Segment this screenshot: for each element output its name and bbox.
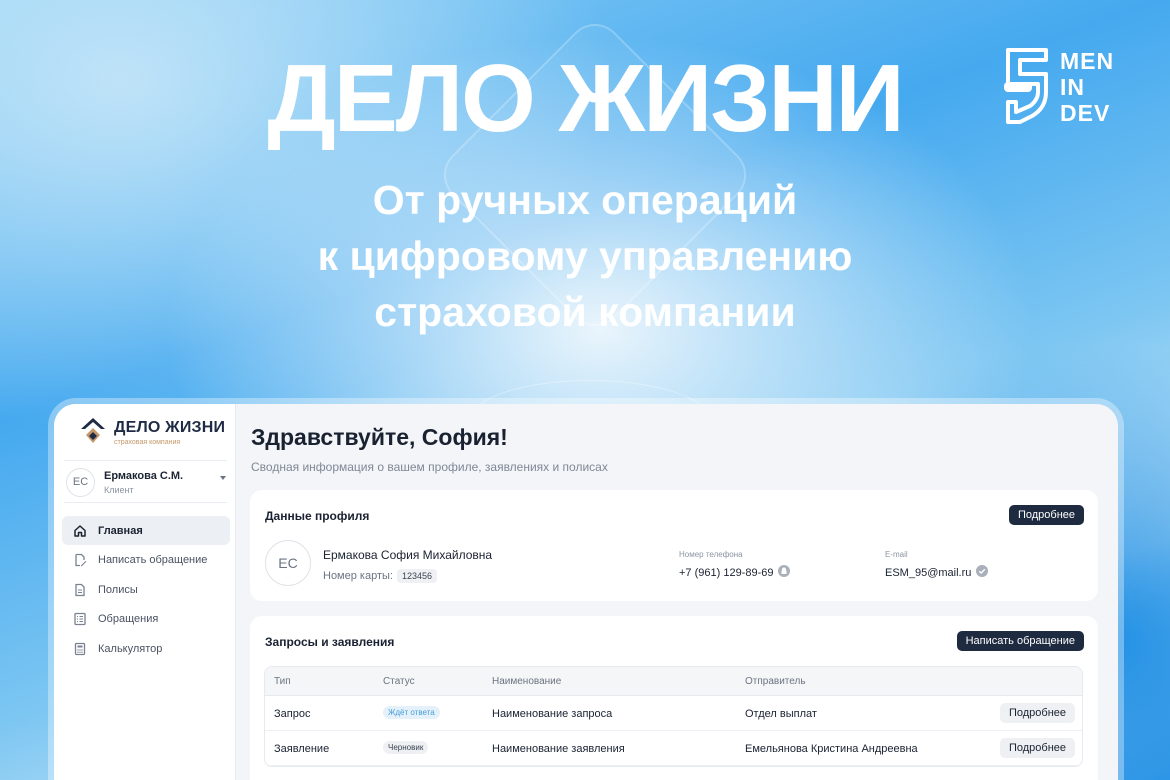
requests-table: Тип Статус Наименование Отправитель Запр…	[264, 666, 1083, 767]
divider	[64, 502, 227, 503]
profile-details-button[interactable]: Подробнее	[1008, 505, 1084, 525]
studio-logo-text: MEN IN DEV	[1060, 48, 1114, 126]
edit-document-icon	[72, 552, 88, 568]
list-icon	[72, 611, 88, 627]
row-details-button[interactable]: Подробнее	[999, 738, 1075, 758]
row-details-button[interactable]: Подробнее	[999, 703, 1075, 723]
profile-full-name: Ермакова София Михайловна	[323, 548, 493, 562]
hero-subtitle-line: страховой компании	[374, 289, 796, 335]
studio-logo-line: IN	[1060, 74, 1085, 100]
sidebar-item-calculator[interactable]: Калькулятор	[62, 634, 230, 663]
avatar: ЕС	[265, 540, 311, 586]
email-label: E-mail	[885, 550, 908, 559]
page-subtitle: Сводная информация о вашем профиле, заяв…	[251, 460, 608, 474]
write-request-button[interactable]: Написать обращение	[956, 631, 1084, 651]
sidebar-item-write-request[interactable]: Написать обращение	[62, 546, 230, 575]
profile-card-title: Данные профиля	[265, 509, 370, 523]
sidebar-item-home[interactable]: Главная	[62, 516, 230, 545]
cell-type: Запрос	[274, 708, 311, 720]
hero-subtitle-line: От ручных операций	[372, 177, 798, 223]
cell-sender: Емельянова Кристина Андреевна	[745, 743, 918, 755]
page-title: Здравствуйте, София!	[251, 424, 508, 450]
app-window: ДЕЛО ЖИЗНИ страховая компания ЕС Ермаков…	[54, 404, 1118, 780]
sidebar-item-label: Обращения	[98, 613, 159, 625]
card-number-value: 123456	[396, 569, 438, 583]
table-header: Тип Статус Наименование Отправитель	[265, 667, 1082, 696]
status-badge: Ждёт ответа	[383, 706, 440, 719]
hero-subtitle: От ручных операций к цифровому управлени…	[0, 172, 1170, 340]
table-row[interactable]: Заявление Черновик Наименование заявлени…	[265, 731, 1082, 766]
email-field: ESM_95@mail.ru	[885, 565, 989, 580]
studio-logo-line: MEN	[1060, 48, 1115, 74]
user-role: Клиент	[104, 485, 134, 495]
sidebar-item-policies[interactable]: Полисы	[62, 575, 230, 604]
sidebar-item-label: Полисы	[98, 583, 138, 596]
requests-card: Запросы и заявления Написать обращение Т…	[250, 616, 1098, 780]
studio-logo-mark-icon	[1004, 48, 1048, 124]
brand-name: ДЕЛО ЖИЗНИ	[114, 419, 226, 436]
table-row[interactable]: Запрос Ждёт ответа Наименование запроса …	[265, 696, 1082, 731]
main-content: Здравствуйте, София! Сводная информация …	[250, 404, 1100, 780]
status-badge: Черновик	[383, 741, 429, 754]
sidebar-item-label: Написать обращение	[98, 554, 208, 566]
sidebar-item-label: Калькулятор	[98, 642, 163, 655]
cell-sender: Отдел выплат	[745, 708, 817, 720]
hero-title: ДЕЛО ЖИЗНИ	[267, 45, 904, 152]
email-value: ESM_95@mail.ru	[885, 566, 972, 579]
sidebar-item-label: Главная	[98, 524, 143, 537]
phone-label: Номер телефона	[679, 550, 743, 559]
column-header[interactable]: Наименование	[492, 676, 561, 687]
phone-field: +7 (961) 129-89-69	[679, 565, 791, 580]
requests-card-title: Запросы и заявления	[265, 635, 395, 649]
studio-logo-line: DEV	[1060, 100, 1111, 126]
card-number: Номер карты: 123456	[323, 569, 438, 583]
home-icon	[72, 523, 88, 539]
column-header[interactable]: Отправитель	[745, 676, 806, 687]
card-number-label: Номер карты:	[323, 570, 393, 582]
hero-subtitle-line: к цифровому управлению	[317, 233, 853, 279]
user-name: Ермакова С.М.	[104, 470, 184, 482]
cell-type: Заявление	[274, 743, 330, 755]
column-header[interactable]: Статус	[383, 676, 415, 687]
sidebar-nav: Главная Написать обращение Полисы Обраще…	[62, 516, 230, 664]
calculator-icon	[72, 641, 88, 657]
brand-house-icon	[81, 418, 105, 443]
avatar: ЕС	[66, 468, 95, 497]
cell-name: Наименование заявления	[492, 743, 625, 755]
sidebar: ДЕЛО ЖИЗНИ страховая компания ЕС Ермаков…	[54, 404, 236, 780]
cell-name: Наименование запроса	[492, 708, 613, 720]
phone-value: +7 (961) 129-89-69	[679, 566, 774, 579]
chevron-down-icon	[220, 476, 226, 480]
user-menu[interactable]: ЕС Ермакова С.М. Клиент	[66, 466, 226, 498]
brand-tagline: страховая компания	[114, 439, 181, 446]
verified-check-icon	[976, 565, 989, 580]
document-icon	[72, 582, 88, 598]
sidebar-item-requests[interactable]: Обращения	[62, 605, 230, 634]
lock-icon	[778, 565, 791, 580]
profile-card: Данные профиля Подробнее ЕС Ермакова Соф…	[250, 490, 1098, 601]
divider	[64, 460, 227, 461]
studio-logo: MEN IN DEV	[1002, 46, 1124, 126]
column-header[interactable]: Тип	[274, 676, 291, 687]
